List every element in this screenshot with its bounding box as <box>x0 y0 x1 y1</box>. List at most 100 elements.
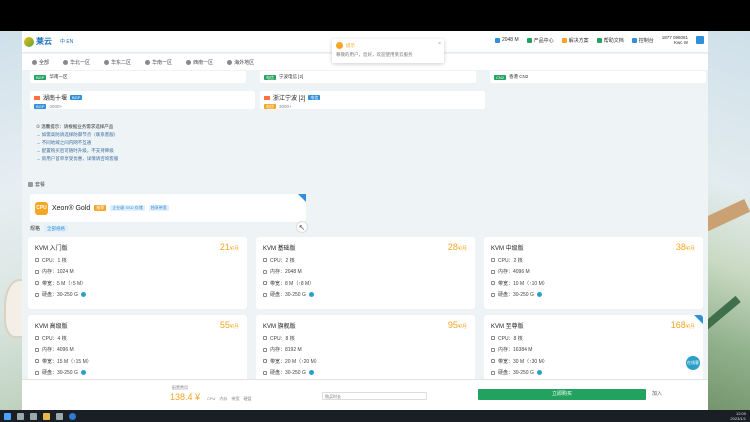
cpu-icon <box>263 336 267 340</box>
region-tab-3[interactable]: 华南一区 <box>145 59 172 66</box>
help-icon[interactable] <box>308 292 314 297</box>
spec-bandwidth: 带宽：20 M（↑20 M） <box>270 358 320 365</box>
memory-icon <box>491 347 495 352</box>
notice-line[interactable]: → 新用户首单享受优惠，详情请咨询客服 <box>36 155 456 163</box>
band-card[interactable]: BGP 华南一区 <box>30 71 246 83</box>
bandwidth-icon <box>35 359 39 363</box>
spec-cpu: CPU：8 核 <box>498 335 523 342</box>
notice-heading: ① 温馨提示：请根据业务需求选择产品 <box>36 124 114 129</box>
app-icon[interactable] <box>56 412 63 420</box>
help-icon[interactable] <box>308 370 314 375</box>
doc-icon <box>596 37 602 43</box>
nav-link-products[interactable]: 产品中心 <box>526 37 554 44</box>
memory-icon <box>35 347 39 352</box>
nav-link-solutions[interactable]: 解决方案 <box>561 37 589 44</box>
region-tab-1[interactable]: 华北一区 <box>63 59 90 66</box>
spec-disk: 硬盘：30-250 G <box>498 370 534 376</box>
cpu-option-card[interactable]: CPU Xeon® Gold 推荐 企业级 SSD 存储 独享带宽 <box>30 194 306 222</box>
nav-link-search[interactable]: 2048 M <box>494 37 519 43</box>
product-price: 38¥/月 <box>675 242 695 252</box>
filter-tag[interactable]: 全部规格 <box>44 225 69 232</box>
help-icon[interactable] <box>80 292 86 297</box>
nav-link-console[interactable]: 控制台 <box>631 37 654 44</box>
spec-disk: 硬盘：30-250 G <box>42 370 78 376</box>
account-icon[interactable] <box>696 36 704 44</box>
section-label: 套餐 <box>28 181 45 188</box>
product-card[interactable]: KVM 高级版 55¥/月 CPU：4 核 内存：4096 M 带宽：15 M（… <box>28 315 247 387</box>
product-name: KVM 高级版 <box>35 324 68 330</box>
spec-cpu: CPU：4 核 <box>42 335 67 342</box>
product-card[interactable]: KVM 至尊版 168¥/月 CPU：8 核 内存：16384 M 带宽：30 … <box>484 315 703 387</box>
chat-button[interactable]: 在线客服 <box>686 356 700 379</box>
region-card[interactable]: 湖南十堰 BGP BGP 3000+ <box>30 91 255 109</box>
location-icon <box>186 59 192 65</box>
notice-line[interactable]: → 不同地域之间内网不互通 <box>36 139 456 147</box>
product-card[interactable]: KVM 基础版 28¥/月 CPU：2 核 内存：2048 M 带宽：8 M（↑… <box>256 237 475 309</box>
region-band: BGP 华南一区 电信 宁波电信 [2] CN2 香港 CN2 <box>22 71 708 85</box>
region-tab-5[interactable]: 海外地区 <box>227 59 254 66</box>
product-price: 168¥/月 <box>670 320 695 330</box>
product-name: KVM 基础版 <box>263 246 296 252</box>
band-card[interactable]: 电信 宁波电信 [2] <box>260 71 476 83</box>
region-tab-2[interactable]: 华东二区 <box>104 59 131 66</box>
user-account[interactable]: 1877 096061 Kwc W <box>662 35 688 45</box>
product-name: KVM 至尊版 <box>491 324 524 330</box>
region-tab-4[interactable]: 西南一区 <box>186 59 213 66</box>
flag-icon <box>34 95 40 100</box>
bandwidth-icon <box>263 281 267 285</box>
close-icon[interactable]: × <box>438 41 441 47</box>
product-card[interactable]: KVM 入门版 21¥/月 CPU：1 核 内存：1024 M 带宽：5 M（↑… <box>28 237 247 309</box>
help-icon[interactable] <box>536 292 542 297</box>
toast-title: 提示 <box>346 42 355 48</box>
product-name: KVM 中级版 <box>491 246 524 252</box>
logo[interactable]: 莱云 <box>24 36 52 47</box>
add-cart-button[interactable]: 加入 <box>652 390 662 397</box>
product-page: 莱云 中 EN 2048 M 产品中心 解决方案 帮助文档 控制台 1877 0… <box>22 31 708 410</box>
cpu-icon <box>491 336 495 340</box>
spec-memory: 内存：2048 M <box>270 269 302 275</box>
spec-memory: 内存：8192 M <box>270 347 302 353</box>
spec-cpu: CPU：2 核 <box>270 257 295 264</box>
spec-memory: 内存：4096 M <box>42 347 74 353</box>
band-card[interactable]: CN2 香港 CN2 <box>490 71 706 83</box>
order-details: CPU 内存 带宽 硬盘 <box>207 396 252 401</box>
duration-select[interactable]: 购买时长 <box>322 392 427 400</box>
toast-body: 尊敬的用户，您好，欢迎使用莱云服务 <box>336 52 413 57</box>
language-switch[interactable]: 中 EN <box>60 38 73 45</box>
nav-link-docs[interactable]: 帮助文档 <box>596 37 624 44</box>
product-price: 55¥/月 <box>219 320 239 330</box>
logo-icon <box>24 36 34 47</box>
folder-icon[interactable] <box>43 412 50 420</box>
region-tab-0[interactable]: 全部 <box>32 59 49 66</box>
cpu-icon: CPU <box>35 201 48 215</box>
notice-line[interactable]: → 配置购买后可随时升级，不支持降级 <box>36 147 456 155</box>
start-icon[interactable] <box>4 412 11 420</box>
memory-icon <box>491 269 495 274</box>
product-card[interactable]: KVM 中级版 38¥/月 CPU：2 核 内存：4096 M 带宽：10 M（… <box>484 237 703 309</box>
spec-disk: 硬盘：30-250 G <box>270 292 306 298</box>
memory-icon <box>35 269 39 274</box>
spec-cpu: CPU：2 核 <box>498 257 523 264</box>
selected-corner-icon <box>694 315 703 324</box>
system-clock[interactable]: 12:00 2023/1/1 <box>730 411 746 421</box>
notice-line[interactable]: → 如需高防请选择防御节点（联系客服） <box>36 131 456 139</box>
help-icon[interactable] <box>536 370 542 375</box>
taskview-icon[interactable] <box>30 412 37 420</box>
browser-icon[interactable] <box>69 412 76 420</box>
disk-icon <box>35 292 39 297</box>
bandwidth-icon <box>491 281 495 285</box>
cpu-icon <box>263 258 267 262</box>
order-label: 配置费用 <box>172 385 188 390</box>
product-card[interactable]: KVM 旗舰版 95¥/月 CPU：8 核 内存：8192 M 带宽：20 M（… <box>256 315 475 387</box>
disk-icon <box>35 370 39 375</box>
region-card[interactable]: 浙江宁波 [2] 电信 电信 3000+ <box>260 91 485 109</box>
search-icon <box>494 37 500 43</box>
location-icon <box>104 59 110 65</box>
spec-cpu: CPU：8 核 <box>270 335 295 342</box>
help-icon[interactable] <box>80 370 86 375</box>
product-price: 28¥/月 <box>447 242 467 252</box>
cpu-icon <box>35 258 39 262</box>
search-icon[interactable] <box>17 412 24 420</box>
buy-now-button[interactable]: 立即购买 <box>478 389 646 400</box>
memory-icon <box>263 347 267 352</box>
